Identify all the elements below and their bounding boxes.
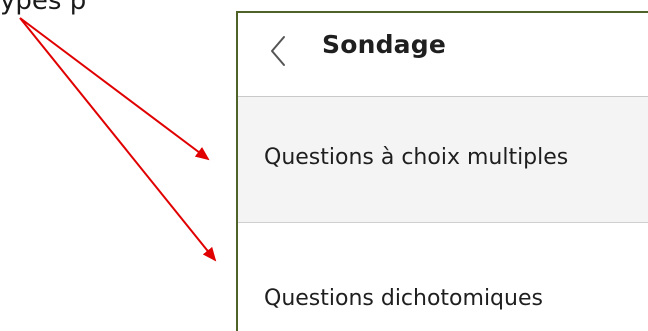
survey-panel: Sondage Questions à choix multiples Ques… — [236, 11, 648, 331]
menu-item-label: Questions dichotomiques — [264, 286, 543, 311]
panel-header: Sondage — [238, 13, 648, 94]
chevron-left-icon — [271, 36, 285, 66]
screenshot-stage: ypes p Sondage Questions à choix multipl… — [0, 0, 648, 331]
menu-item-dichotomous[interactable]: Questions dichotomiques — [238, 224, 648, 331]
back-button[interactable] — [264, 33, 292, 69]
caption-text: ypes p — [0, 0, 87, 16]
annotation-arrow — [19, 17, 217, 262]
panel-title: Sondage — [322, 30, 446, 59]
annotation-arrow — [19, 17, 210, 161]
menu-item-label: Questions à choix multiples — [264, 145, 569, 170]
menu-item-multiple-choice[interactable]: Questions à choix multiples — [238, 96, 648, 223]
